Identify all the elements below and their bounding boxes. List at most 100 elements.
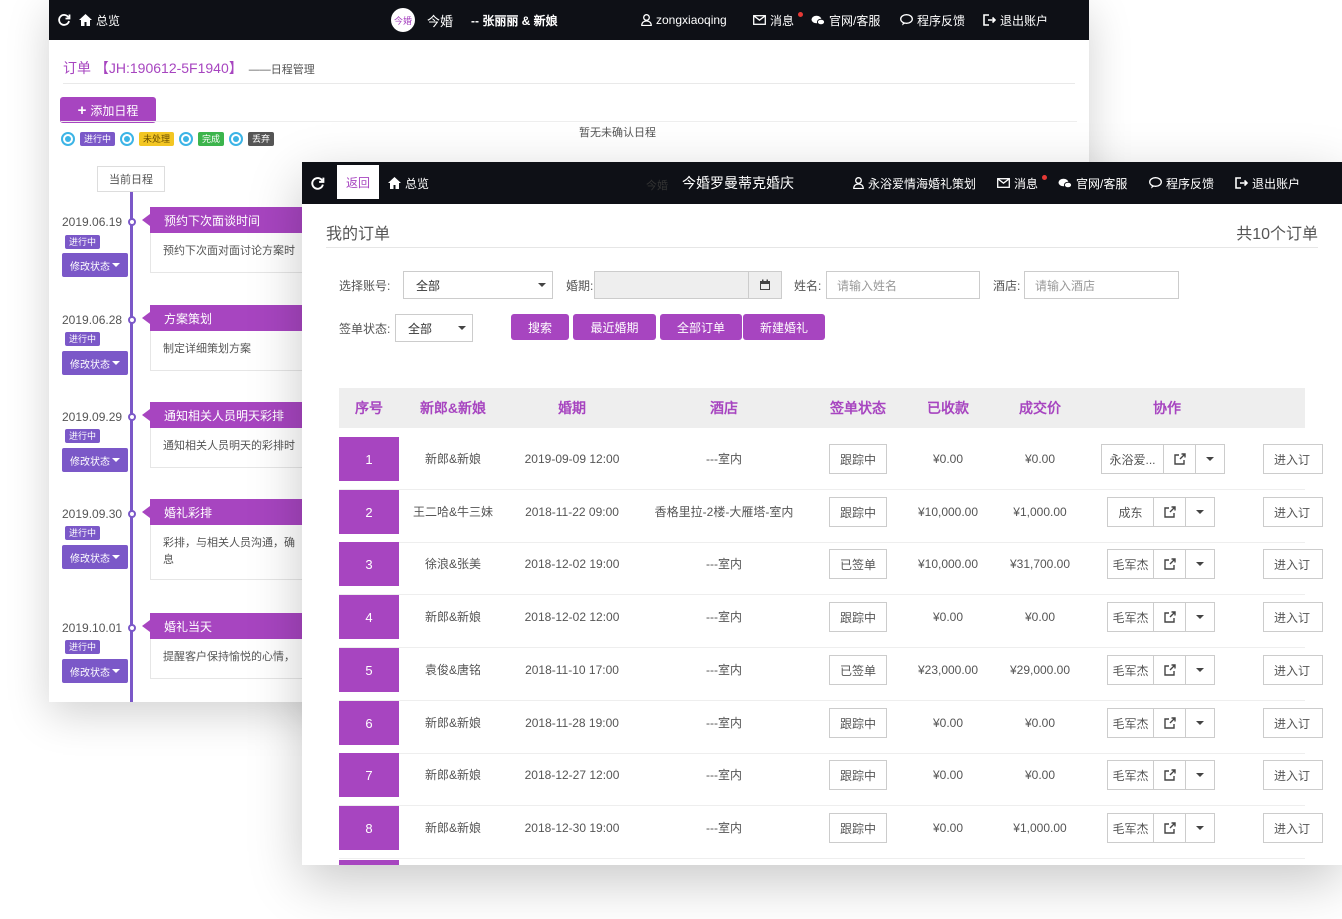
account-select-value: 全部 xyxy=(416,278,441,293)
nav-feedback[interactable]: 程序反馈 xyxy=(1149,175,1214,192)
collab-member-button[interactable]: 毛军杰 xyxy=(1108,603,1154,631)
collab-dropdown-button[interactable] xyxy=(1186,550,1214,578)
share-icon[interactable] xyxy=(1154,656,1186,684)
collab-dropdown-button[interactable] xyxy=(1186,709,1214,737)
row-hotel: ---室内 xyxy=(706,716,742,730)
collab-member-button[interactable]: 毛军杰 xyxy=(1108,550,1154,578)
nav-service[interactable]: 官网/客服 xyxy=(1058,175,1127,192)
share-icon[interactable] xyxy=(1154,498,1186,526)
sign-status-label: 签单状态: xyxy=(339,322,391,336)
sign-status-button[interactable]: 已签单 xyxy=(829,549,887,579)
nav-home[interactable]: 总览 xyxy=(388,175,429,192)
sign-status-button[interactable]: 跟踪中 xyxy=(829,708,887,738)
sign-status-button[interactable]: 跟踪中 xyxy=(829,813,887,843)
enter-order-button[interactable]: 进入订 xyxy=(1263,549,1323,579)
sign-status-button[interactable]: 跟踪中 xyxy=(829,444,887,474)
collab-member-button[interactable]: 毛军杰 xyxy=(1108,709,1154,737)
nav-feedback-label: 程序反馈 xyxy=(1166,176,1215,191)
modify-status-button[interactable]: 修改状态 xyxy=(62,351,128,375)
add-schedule-button[interactable]: + 添加日程 xyxy=(60,97,156,123)
modify-status-button[interactable]: 修改状态 xyxy=(62,448,128,472)
brand-name: 今婚罗曼蒂克婚庆 xyxy=(682,175,794,191)
collab-member-button[interactable]: 毛军杰 xyxy=(1108,761,1154,789)
filter-radio[interactable] xyxy=(229,132,244,146)
sign-status-button[interactable]: 跟踪中 xyxy=(829,602,887,632)
modify-status-button[interactable]: 修改状态 xyxy=(62,545,128,569)
nav-messages[interactable]: 消息 xyxy=(753,12,804,29)
wedding-date-input[interactable] xyxy=(594,271,749,299)
timeline-status-badge: 进行中 xyxy=(65,235,101,249)
nav-user[interactable]: zongxiaoqing xyxy=(641,13,727,27)
collab-member-button[interactable]: 毛军杰 xyxy=(1108,814,1154,842)
collab-dropdown-button[interactable] xyxy=(1186,761,1214,789)
nav-user[interactable]: 永浴爱情海婚礼策划 xyxy=(853,175,976,192)
collab-dropdown-button[interactable] xyxy=(1196,445,1224,473)
nav-home[interactable]: 总览 xyxy=(79,12,120,29)
modify-status-button[interactable]: 修改状态 xyxy=(62,253,128,277)
filter-radio[interactable] xyxy=(120,132,135,146)
collab-dropdown-button[interactable] xyxy=(1186,814,1214,842)
recent-wedding-button[interactable]: 最近婚期 xyxy=(573,314,656,340)
nav-feedback[interactable]: 程序反馈 xyxy=(900,12,965,29)
nav-service[interactable]: 官网/客服 xyxy=(811,12,880,29)
sign-status-select[interactable]: 全部 xyxy=(395,314,473,342)
home-icon xyxy=(388,177,401,189)
refresh-icon[interactable] xyxy=(310,176,325,191)
collab-dropdown-button[interactable] xyxy=(1186,498,1214,526)
collab-dropdown-button[interactable] xyxy=(1186,656,1214,684)
row-paid: ¥23,000.00 xyxy=(917,663,979,677)
table-row: 8 新郎&新娘 2018-12-30 19:00 ---室内 跟踪中 ¥0.00 ¥1,00… xyxy=(339,806,1323,859)
nav-logout[interactable]: 退出账户 xyxy=(1235,175,1300,192)
search-button[interactable]: 搜索 xyxy=(511,314,569,340)
collab-member-button[interactable]: 永浴爱... xyxy=(1102,445,1164,473)
top-navbar: 总览 今婚 今婚 -- 张丽丽 & 新娘 zongxiaoqing 消息 官网/… xyxy=(49,0,1089,40)
timeline-date: 2019.09.30 xyxy=(62,507,123,521)
enter-order-button[interactable]: 进入订 xyxy=(1263,760,1323,790)
collab-group: 毛军杰 xyxy=(1107,602,1215,632)
collab-group: 毛军杰 xyxy=(1107,655,1215,685)
enter-order-button[interactable]: 进入订 xyxy=(1263,444,1323,474)
refresh-icon[interactable] xyxy=(57,13,71,27)
row-price: ¥0.00 xyxy=(1024,610,1056,624)
timeline-date: 2019.10.01 xyxy=(62,621,123,635)
filter-radio[interactable] xyxy=(61,132,75,146)
share-icon[interactable] xyxy=(1154,603,1186,631)
enter-order-button[interactable]: 进入订 xyxy=(1263,602,1323,632)
share-icon[interactable] xyxy=(1154,761,1186,789)
collab-member-button[interactable]: 成东 xyxy=(1108,498,1154,526)
collab-dropdown-button[interactable] xyxy=(1186,603,1214,631)
row-date: 2018-12-02 12:00 xyxy=(524,610,620,624)
enter-order-button[interactable]: 进入订 xyxy=(1263,813,1323,843)
filter-radio[interactable] xyxy=(179,132,194,146)
calendar-icon[interactable] xyxy=(748,271,782,299)
caret-down-icon xyxy=(1196,826,1204,830)
logout-icon xyxy=(983,14,996,26)
sign-status-button[interactable]: 跟踪中 xyxy=(829,497,887,527)
next-row-edge xyxy=(339,860,399,865)
enter-order-button[interactable]: 进入订 xyxy=(1263,708,1323,738)
share-icon[interactable] xyxy=(1164,445,1196,473)
sign-status-button[interactable]: 跟踪中 xyxy=(829,760,887,790)
back-button[interactable]: 返回 xyxy=(337,165,379,199)
name-input[interactable]: 请输入姓名 xyxy=(826,271,980,299)
enter-order-button[interactable]: 进入订 xyxy=(1263,497,1323,527)
modify-status-label: 修改状态 xyxy=(70,261,110,273)
share-icon[interactable] xyxy=(1154,709,1186,737)
enter-order-button[interactable]: 进入订 xyxy=(1263,655,1323,685)
share-icon[interactable] xyxy=(1154,550,1186,578)
nav-logout[interactable]: 退出账户 xyxy=(983,12,1048,29)
current-schedule-tab[interactable]: 当前日程 xyxy=(97,166,165,192)
row-price: ¥0.00 xyxy=(1024,716,1056,730)
sign-status-button[interactable]: 已签单 xyxy=(829,655,887,685)
row-couple: 新郎&新娘 xyxy=(424,821,481,835)
modify-status-button[interactable]: 修改状态 xyxy=(62,659,128,683)
new-wedding-button[interactable]: 新建婚礼 xyxy=(743,314,825,340)
all-orders-button[interactable]: 全部订单 xyxy=(660,314,742,340)
nav-messages[interactable]: 消息 xyxy=(997,175,1048,192)
hotel-input[interactable]: 请输入酒店 xyxy=(1024,271,1179,299)
row-paid: ¥10,000.00 xyxy=(917,557,979,571)
timeline-status-badge: 进行中 xyxy=(65,640,101,654)
account-select[interactable]: 全部 xyxy=(403,271,553,299)
collab-member-button[interactable]: 毛军杰 xyxy=(1108,656,1154,684)
share-icon[interactable] xyxy=(1154,814,1186,842)
